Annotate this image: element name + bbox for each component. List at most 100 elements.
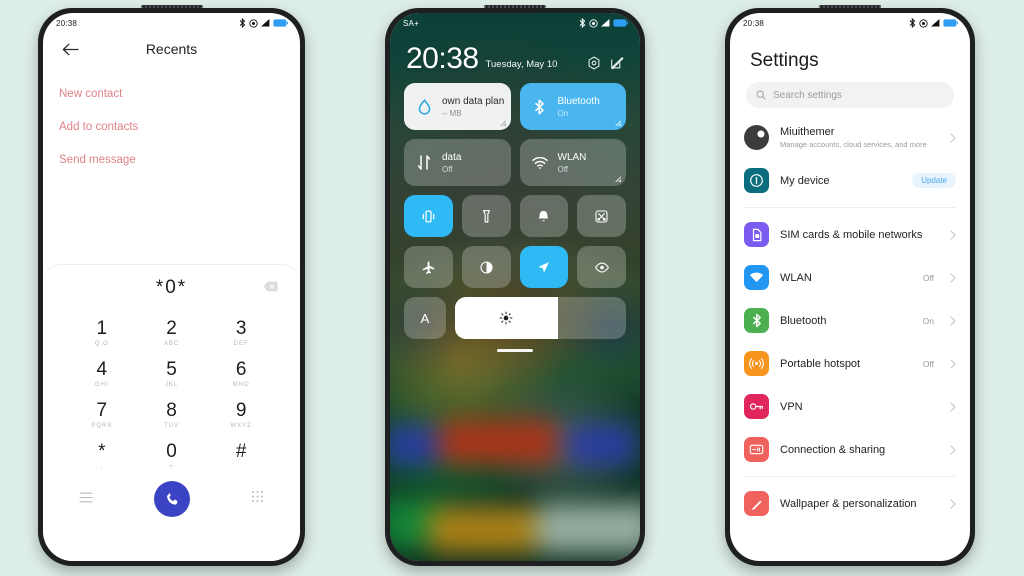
dialpad-keys: 1 Q.O 2 ABC 3 DEF 4 GHI 5 JKL 6 MNO 7 PQRS 8 TUV… [43, 311, 300, 475]
location-arrow-icon [538, 261, 550, 272]
key-5[interactable]: 5 JKL [137, 354, 207, 393]
status-icons [909, 18, 958, 28]
item-label: SIM cards & mobile networks [780, 228, 923, 241]
account-name: Miuithemer [780, 125, 835, 138]
tile-text: WLAN Off [558, 151, 587, 175]
sidebar-item-sim-cards[interactable]: SIM cards & mobile networks [730, 213, 970, 256]
expand-corner-icon[interactable] [614, 119, 621, 126]
expand-corner-icon[interactable] [614, 175, 621, 182]
dialed-number[interactable]: *0* [156, 277, 187, 299]
bell-icon [539, 210, 549, 221]
key-8[interactable]: 8 TUV [137, 395, 207, 434]
key-letters: GHI [94, 382, 109, 388]
section-divider [744, 207, 956, 208]
earpiece-speaker [140, 5, 203, 8]
key-digit: 7 [96, 400, 108, 421]
sidebar-item-wallpaper-personalization[interactable]: Wallpaper & personalization [730, 482, 970, 525]
key-1[interactable]: 1 Q.O [67, 313, 137, 352]
my-device-label: My device [780, 174, 830, 187]
sidebar-item-vpn[interactable]: VPN [730, 385, 970, 428]
key-2[interactable]: 2 ABC [137, 313, 207, 352]
tile-text: own data plan -- MB [442, 95, 504, 119]
update-badge[interactable]: Update [912, 173, 956, 188]
menu-lines-icon [79, 492, 93, 503]
vpn-key-icon [744, 394, 769, 419]
earpiece-speaker [484, 5, 546, 8]
action-new-contact[interactable]: New contact [59, 78, 284, 111]
reading-mode-toggle[interactable] [577, 246, 626, 288]
key-3[interactable]: 3 DEF [206, 313, 276, 352]
screenshot-toggle[interactable] [577, 195, 626, 237]
search-placeholder: Search settings [773, 89, 842, 101]
flashlight-icon [482, 209, 490, 223]
back-button[interactable] [59, 38, 81, 60]
account-row[interactable]: Miuithemer Manage accounts, cloud servic… [730, 116, 970, 159]
auto-brightness-button[interactable]: A [404, 297, 446, 339]
dark-mode-toggle[interactable] [461, 246, 511, 288]
info-circle-icon [744, 168, 769, 193]
call-handset-icon [166, 492, 177, 505]
my-device-row[interactable]: My device Update [730, 159, 970, 202]
sidebar-item-bluetooth[interactable]: Bluetooth On [730, 299, 970, 342]
data-usage-tile[interactable]: own data plan -- MB [404, 83, 511, 130]
item-label: Portable hotspot [780, 357, 861, 370]
vibrate-toggle[interactable] [404, 195, 453, 237]
item-value: Off [922, 272, 934, 283]
key-6[interactable]: 6 MNO [206, 354, 276, 393]
battery-icon [273, 19, 288, 27]
key-9[interactable]: 9 WXYZ [206, 395, 276, 434]
phone-control-center: SA+ 20:38 Tuesday, May 10 own data plan … [381, 4, 649, 570]
signal-icon [261, 19, 270, 27]
settings-hex-icon[interactable] [587, 56, 601, 70]
mobile-data-tile[interactable]: data Off [404, 139, 511, 186]
key-letters: PQRS [91, 423, 113, 429]
key-7[interactable]: 7 PQRS [67, 395, 137, 434]
chevron-right-icon [950, 401, 956, 412]
battery-icon [943, 19, 958, 27]
app-thumb [566, 425, 636, 465]
back-arrow-icon [62, 43, 79, 55]
key-0[interactable]: 0 + [137, 436, 207, 475]
key-digit: 0 [166, 441, 177, 462]
airplane-toggle[interactable] [404, 246, 453, 288]
vibrate-icon [422, 210, 435, 222]
brightness-slider[interactable] [455, 297, 626, 339]
contrast-circle-icon [480, 260, 493, 274]
big-tile-row-1: own data plan -- MB Bluetooth On [404, 83, 626, 130]
bluetooth-tile[interactable]: Bluetooth On [519, 83, 626, 130]
keypad-toggle-button[interactable] [251, 490, 264, 508]
sidebar-item-wlan[interactable]: WLAN Off [730, 256, 970, 299]
action-send-message[interactable]: Send message [59, 144, 284, 177]
tile-subtitle: On [557, 108, 569, 118]
expand-corner-icon[interactable] [499, 119, 506, 126]
dialpad-grid-icon [252, 491, 263, 502]
sidebar-item-portable-hotspot[interactable]: Portable hotspot Off [730, 342, 970, 385]
menu-button[interactable] [79, 490, 93, 508]
drag-handle[interactable] [497, 349, 533, 352]
chevron-right-icon [950, 444, 956, 455]
battery-icon [613, 19, 628, 27]
key-hash[interactable]: # [206, 436, 276, 475]
ringer-toggle[interactable] [519, 195, 569, 237]
wlan-tile[interactable]: WLAN Off [519, 139, 626, 186]
key-digit: 5 [166, 359, 177, 380]
app-thumb [536, 503, 640, 553]
airplane-icon [422, 260, 435, 274]
bluetooth-icon [579, 18, 586, 28]
clock-time: 20:38 [406, 42, 479, 75]
call-button[interactable] [154, 481, 190, 517]
backspace-button[interactable] [263, 279, 278, 297]
sidebar-item-connection-sharing[interactable]: Connection & sharing [730, 428, 970, 471]
search-input[interactable]: Search settings [746, 82, 954, 108]
dnd-icon [589, 18, 598, 28]
bluetooth-icon [744, 308, 769, 333]
avatar [744, 125, 769, 150]
flashlight-toggle[interactable] [461, 195, 511, 237]
key-4[interactable]: 4 GHI [67, 354, 137, 393]
location-toggle[interactable] [519, 246, 569, 288]
key-star[interactable]: *, [67, 436, 137, 475]
edit-icon[interactable] [610, 56, 624, 70]
data-arrows-icon [414, 155, 434, 170]
connection-icon [744, 437, 769, 462]
action-add-to-contacts[interactable]: Add to contacts [59, 111, 284, 144]
